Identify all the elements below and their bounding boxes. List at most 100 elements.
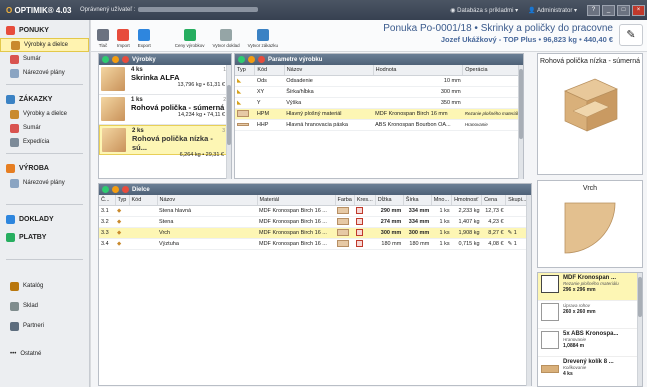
column-header[interactable]: Názov (284, 65, 374, 76)
material-item[interactable]: 5x ABS Kronospa... Hranovanie 1,0884 m (538, 329, 642, 357)
export-button[interactable]: Export (138, 29, 151, 48)
sidebar-section-ponuky[interactable]: PONUKY (0, 20, 89, 38)
prices-icon (183, 29, 196, 41)
column-header[interactable]: Typ (115, 195, 130, 206)
sidebar-item-other[interactable]: ••• Ostatné (0, 342, 89, 366)
delete-icon[interactable] (122, 56, 129, 63)
table-row[interactable]: 3.4 ◆ Výztuha MDF Kronospan Birch 16 ... 180… (99, 238, 531, 250)
create-document-button[interactable]: Vytvor doklad (213, 29, 240, 48)
cutplan-icon (10, 68, 19, 78)
sidebar-section-platby[interactable]: PLATBY (0, 227, 89, 245)
sidebar-item-warehouse[interactable]: Sklad (0, 296, 89, 316)
sidebar-item-production-cutplans[interactable]: Nárezové plány (0, 176, 89, 190)
offers-icon (6, 26, 15, 35)
sidebar-item-order-summary[interactable]: Sumár (0, 121, 89, 135)
add-icon[interactable] (238, 56, 245, 63)
sidebar-item-catalog[interactable]: Katalóg (0, 276, 89, 296)
material-item[interactable]: Úprava rohov 260 x 260 mm (538, 301, 642, 329)
parameters-scrollbar[interactable] (518, 65, 523, 179)
parameters-table: Typ Kód Názov Hodnota Operácia ◣ Ods Odsad… (235, 65, 523, 131)
column-header[interactable]: Typ (235, 65, 256, 76)
minimize-button[interactable]: _ (602, 4, 615, 16)
order-icon (256, 29, 269, 41)
sum-icon (10, 54, 19, 64)
sidebar-item-offer-summary[interactable]: Sumár (0, 52, 89, 66)
column-header[interactable]: Mno... (431, 195, 453, 206)
table-row[interactable]: ◣ Y Výška 350 mm (235, 97, 523, 109)
document-subtitle: Jozef Ukážkový - TOP Plus • 96,823 kg • … (440, 35, 613, 44)
production-icon (6, 164, 15, 173)
sidebar-section-zakazky[interactable]: ZÁKAZKY (0, 89, 89, 107)
table-row[interactable]: ◣ XY Šírka/hĺbka 300 mm (235, 86, 523, 98)
product-3d-image (564, 78, 618, 132)
product-thumbnail (101, 67, 125, 91)
column-header[interactable]: Hmotnosť (451, 195, 483, 206)
edit-icon[interactable] (112, 186, 119, 193)
sidebar-item-order-products[interactable]: Výrobky a dielce (0, 107, 89, 121)
column-header[interactable]: Dĺžka (375, 195, 404, 206)
sidebar-item-expedition[interactable]: Expedícia (0, 135, 89, 149)
column-header[interactable]: Hodnota (373, 65, 464, 76)
cutplan-icon (10, 178, 19, 188)
import-button[interactable]: Import (117, 29, 130, 48)
add-icon[interactable] (102, 56, 109, 63)
products-scrollbar[interactable] (226, 65, 231, 179)
sidebar-item-offer-products[interactable]: Výrobky a dielce (0, 38, 89, 52)
materials-scrollbar[interactable] (637, 273, 642, 386)
material-item[interactable]: Drevený kolík 8 ... Kolíkovanie 4 ks (538, 357, 642, 385)
print-button[interactable]: Tlač (97, 29, 109, 48)
sidebar-item-partners[interactable]: Partneri (0, 316, 89, 336)
column-header[interactable]: Kód (254, 65, 285, 76)
divider (6, 259, 83, 260)
edit-pencil-icon[interactable]: ✎ (508, 241, 513, 247)
create-order-button[interactable]: Vytvor zákazku (248, 29, 278, 48)
column-header[interactable]: Materiál (257, 195, 336, 206)
column-header[interactable]: Názov (157, 195, 258, 206)
product-prices-button[interactable]: Ceny výrobkov (175, 29, 205, 48)
material-item[interactable]: MDF Kronospan ... Rezanie plošného materi… (538, 273, 642, 301)
edit-pencil-icon[interactable]: ✎ (508, 230, 513, 236)
admin-menu[interactable]: 👤 Administrator ▾ (528, 7, 577, 14)
table-row[interactable]: 3.1 ◆ Stena hlavná MDF Kronospan Birch 16 .… (99, 205, 531, 217)
product-thumbnail (101, 97, 125, 121)
maximize-button[interactable]: □ (617, 4, 630, 16)
column-header[interactable]: Kres... (354, 195, 376, 206)
documents-icon (6, 215, 15, 224)
edit-icon[interactable] (248, 56, 255, 63)
edit-icon[interactable] (112, 56, 119, 63)
delete-icon[interactable] (258, 56, 265, 63)
column-header[interactable]: Operácia (462, 65, 523, 76)
column-header[interactable]: Šírka (403, 195, 432, 206)
product-item[interactable]: 14 ks Skrinka ALFA 13,796 kg • 61,31 € (99, 65, 231, 95)
divider (6, 153, 83, 154)
parameters-panel: Parametre výrobku Typ Kód Názov Hodnota … (234, 53, 524, 179)
parameters-header: Parametre výrobku (235, 54, 523, 65)
add-icon[interactable] (102, 186, 109, 193)
warehouse-icon (10, 301, 19, 311)
product-preview-title: Rohová polička nízka - súmerná (540, 58, 640, 65)
database-selector[interactable]: ◉ Databáza s príkladmi ▾ (450, 7, 518, 14)
sidebar-section-vyroba[interactable]: VÝROBA (0, 158, 89, 176)
table-row[interactable]: 3.2 ◆ Stena MDF Kronospan Birch 16 ... 274 m… (99, 216, 531, 228)
product-item-selected[interactable]: 32 ks Rohová polička nízka - sú... 6,264 k… (99, 125, 231, 158)
material-icon (541, 275, 559, 293)
table-row-selected[interactable]: HPM Hlavný plošný materiál MDF Kronospan B… (235, 108, 523, 120)
column-header[interactable]: Č... (99, 195, 116, 206)
parts-scrollbar[interactable] (526, 195, 531, 386)
partners-icon (10, 321, 19, 331)
delete-icon[interactable] (122, 186, 129, 193)
close-button[interactable]: × (632, 4, 645, 16)
sidebar-item-offer-cutplans[interactable]: Nárezové plány (0, 66, 89, 80)
help-button[interactable]: ? (587, 4, 600, 16)
offer-action-button[interactable]: ✎ (619, 24, 643, 46)
table-row[interactable]: HHP Hlavná hranovacia páska ABS Kronospan … (235, 119, 523, 131)
sidebar-section-doklady[interactable]: DOKLADY (0, 209, 89, 227)
licensed-user: Oprávnený užívateľ : (80, 6, 450, 13)
table-row-selected[interactable]: 3.3 ◆ Vrch MDF Kronospan Birch 16 ... 300 mm… (99, 227, 531, 239)
column-header[interactable]: Kód (129, 195, 158, 206)
product-item[interactable]: 21 ks Rohová polička - súmerná 14,234 kg •… (99, 95, 231, 125)
table-row[interactable]: ◣ Ods Odsadenie 10 mm (235, 75, 523, 87)
column-header[interactable]: Cena (481, 195, 507, 206)
expedition-icon (10, 137, 19, 147)
column-header[interactable]: Farba (335, 195, 355, 206)
